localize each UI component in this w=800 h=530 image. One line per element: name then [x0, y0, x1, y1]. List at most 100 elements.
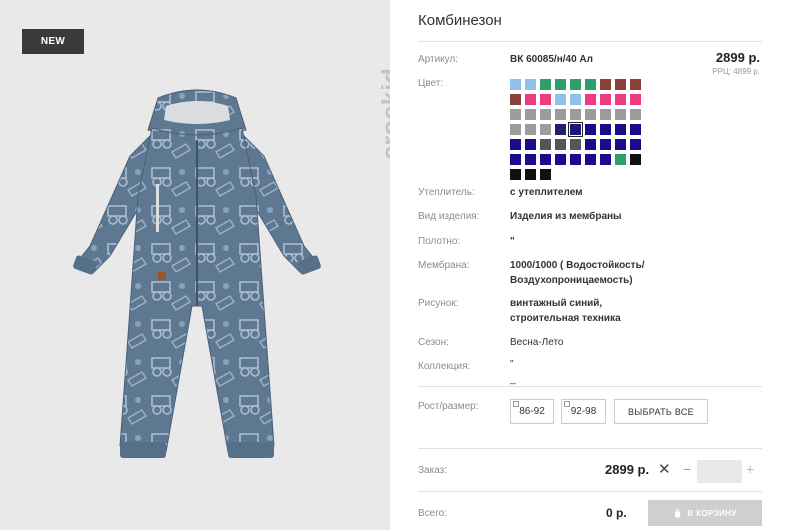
- color-swatch[interactable]: [540, 109, 551, 120]
- jumpsuit-image: [73, 89, 321, 458]
- color-swatch[interactable]: [630, 94, 641, 105]
- pattern-value: винтажный синий, строительная техника: [510, 298, 621, 324]
- color-swatch[interactable]: [555, 109, 566, 120]
- color-swatch[interactable]: [510, 139, 521, 150]
- color-swatch[interactable]: [510, 79, 521, 90]
- color-swatch[interactable]: [525, 94, 536, 105]
- color-swatch[interactable]: [540, 79, 551, 90]
- checkbox-icon: [513, 401, 519, 407]
- color-swatch[interactable]: [615, 154, 626, 165]
- color-swatch[interactable]: [555, 139, 566, 150]
- color-swatch[interactable]: [525, 79, 536, 90]
- close-icon[interactable]: ✕: [658, 460, 671, 478]
- article-value: ВК 60085/н/40 Ал: [510, 54, 593, 65]
- color-label: Цвет:: [418, 78, 444, 89]
- select-all-button[interactable]: ВЫБРАТЬ ВСЕ: [614, 399, 708, 424]
- color-swatch[interactable]: [570, 109, 581, 120]
- color-swatch[interactable]: [510, 169, 521, 180]
- add-to-cart-button[interactable]: В КОРЗИНУ: [648, 500, 762, 526]
- color-swatch[interactable]: [585, 109, 596, 120]
- membrane-label: Мембрана:: [418, 260, 470, 271]
- color-swatch[interactable]: [630, 154, 641, 165]
- color-swatch[interactable]: [540, 94, 551, 105]
- color-swatch[interactable]: [525, 169, 536, 180]
- product-price: 2899 р.: [715, 50, 760, 65]
- minus-icon[interactable]: −: [683, 461, 691, 477]
- color-swatch[interactable]: [525, 124, 536, 135]
- color-swatch[interactable]: [585, 79, 596, 90]
- color-swatch[interactable]: [510, 109, 521, 120]
- color-swatch[interactable]: [615, 94, 626, 105]
- color-swatch[interactable]: [525, 139, 536, 150]
- color-swatch[interactable]: [615, 109, 626, 120]
- color-swatch[interactable]: [570, 154, 581, 165]
- divider: [418, 386, 762, 387]
- total-label: Всего:: [418, 508, 447, 519]
- size-option-92-98[interactable]: 92-98: [561, 399, 606, 424]
- color-swatch[interactable]: [540, 124, 551, 135]
- color-swatch[interactable]: [555, 79, 566, 90]
- bag-icon: [675, 508, 681, 518]
- color-swatch[interactable]: [510, 154, 521, 165]
- rrp-price: РРЦ: 4899 р.: [712, 67, 760, 76]
- size-label: Рост/размер:: [418, 401, 479, 412]
- color-swatch[interactable]: [585, 154, 596, 165]
- color-swatch[interactable]: [540, 169, 551, 180]
- color-swatch[interactable]: [555, 94, 566, 105]
- order-label: Заказ:: [418, 465, 448, 476]
- color-swatch[interactable]: [585, 94, 596, 105]
- color-swatch[interactable]: [630, 109, 641, 120]
- article-label: Артикул:: [418, 54, 459, 65]
- season-label: Сезон:: [418, 337, 449, 348]
- divider: [418, 491, 762, 492]
- season-value: Весна-Лето: [510, 337, 564, 348]
- color-swatch[interactable]: [555, 154, 566, 165]
- color-swatch[interactable]: [568, 122, 583, 137]
- color-swatch[interactable]: [615, 79, 626, 90]
- product-photo: NEW crockid: [0, 0, 390, 530]
- color-swatch[interactable]: [600, 154, 611, 165]
- color-swatch[interactable]: [630, 124, 641, 135]
- checkbox-icon: [564, 401, 570, 407]
- color-swatch[interactable]: [600, 79, 611, 90]
- color-swatch[interactable]: [585, 139, 596, 150]
- color-swatch[interactable]: [555, 124, 566, 135]
- color-swatch[interactable]: [615, 139, 626, 150]
- color-swatch[interactable]: [600, 94, 611, 105]
- product-title: Комбинезон: [418, 12, 502, 29]
- insulation-label: Утеплитель:: [418, 187, 475, 198]
- divider: [418, 448, 762, 449]
- collection-label: Коллекция:: [418, 361, 471, 372]
- total-price: 0 р.: [606, 506, 627, 520]
- color-swatch[interactable]: [525, 154, 536, 165]
- color-swatch[interactable]: [570, 94, 581, 105]
- membrane-value: 1000/1000 ( Водостойкость/ Воздухопрониц…: [510, 260, 645, 286]
- type-label: Вид изделия:: [418, 211, 480, 222]
- color-swatch[interactable]: [630, 79, 641, 90]
- pattern-label: Рисунок:: [418, 298, 459, 309]
- new-badge: NEW: [22, 29, 84, 54]
- color-swatch[interactable]: [570, 139, 581, 150]
- insulation-value: с утеплителем: [510, 187, 583, 198]
- fabric-label: Полотно:: [418, 236, 461, 247]
- divider: [418, 41, 762, 42]
- color-swatch[interactable]: [600, 109, 611, 120]
- color-swatch[interactable]: [540, 139, 551, 150]
- brand-logo: crockid: [377, 67, 390, 160]
- color-swatch[interactable]: [510, 124, 521, 135]
- color-swatch[interactable]: [600, 124, 611, 135]
- color-swatch[interactable]: [570, 79, 581, 90]
- color-swatch[interactable]: [585, 124, 596, 135]
- collection-value: " _: [510, 359, 516, 385]
- fabric-value: ": [510, 236, 515, 247]
- type-value: Изделия из мембраны: [510, 211, 622, 222]
- color-swatch[interactable]: [540, 154, 551, 165]
- color-swatch[interactable]: [630, 139, 641, 150]
- plus-icon[interactable]: +: [746, 461, 754, 477]
- size-option-86-92[interactable]: 86-92: [510, 399, 554, 424]
- quantity-input[interactable]: [697, 460, 742, 483]
- color-swatch[interactable]: [600, 139, 611, 150]
- color-swatch[interactable]: [510, 94, 521, 105]
- color-swatch[interactable]: [525, 109, 536, 120]
- color-swatch[interactable]: [615, 124, 626, 135]
